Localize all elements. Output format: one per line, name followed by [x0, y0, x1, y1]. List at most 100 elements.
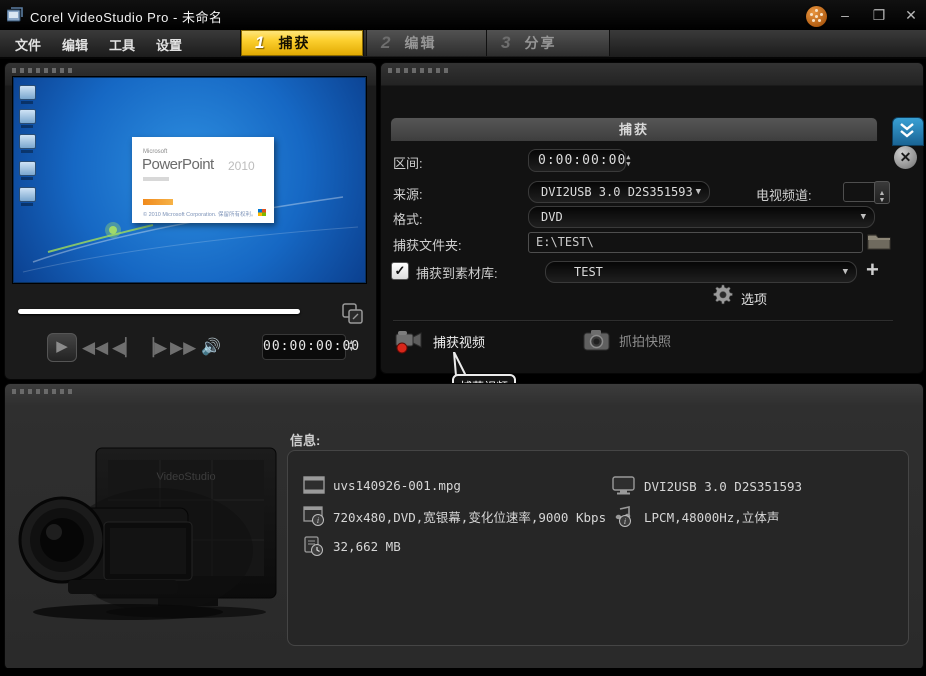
info-item-audio-format: i LPCM,48000Hz,立体声 [612, 506, 779, 527]
svg-text:i: i [317, 516, 319, 525]
divider [393, 320, 893, 322]
info-title: 信息: [290, 430, 320, 449]
menu-edit[interactable]: 编辑 [62, 35, 88, 54]
tab-share-number: 3 [501, 33, 510, 53]
browse-folder-icon[interactable] [866, 229, 892, 253]
tab-edit-label: 编辑 [404, 33, 436, 53]
splash-copyright: © 2010 Microsoft Corporation. 保留所有权利。 [143, 210, 256, 218]
snapshot-button[interactable]: 抓拍快照 [583, 328, 671, 352]
enlarge-preview-icon[interactable] [342, 303, 363, 324]
library-value: TEST [546, 265, 603, 279]
filmstrip-icon [303, 476, 325, 494]
tab-capture-label: 捕获 [278, 33, 310, 53]
chevron-double-down-icon[interactable] [892, 117, 924, 146]
fast-forward-button[interactable]: ▶▶ [170, 338, 196, 358]
volume-button[interactable]: 🔊 [201, 337, 221, 357]
window-bottom-edge [0, 668, 926, 676]
menu-settings[interactable]: 设置 [156, 35, 182, 54]
timecode-spinner[interactable]: ▲▼ [348, 334, 355, 358]
audio-format-info-icon: i [612, 506, 636, 527]
capture-video-label: 捕获视频 [433, 332, 485, 351]
desktop-icon [19, 134, 36, 149]
maximize-button[interactable]: ❐ [866, 6, 892, 24]
tab-edit-number: 2 [381, 33, 390, 53]
desktop-icon [19, 109, 36, 124]
add-library-folder-button[interactable]: + [866, 257, 879, 283]
tab-share-label: 分享 [524, 33, 556, 53]
desktop-icon [19, 85, 36, 100]
format-value: DVD [529, 210, 563, 224]
capture-to-library-checkbox[interactable]: ✓ [391, 262, 409, 280]
svg-text:VideoStudio: VideoStudio [156, 471, 215, 483]
capture-folder-label: 捕获文件夹: [393, 235, 462, 254]
capture-video-button[interactable]: 捕获视频 [394, 328, 485, 354]
splash-brand: Microsoft [143, 149, 167, 155]
format-dropdown[interactable]: DVD ▼ [528, 206, 875, 228]
duration-field[interactable]: 0:00:00:00 ▲▼ [528, 149, 626, 172]
options-button[interactable]: 选项 [741, 289, 767, 308]
chevron-down-icon: ▼ [843, 267, 856, 277]
photo-camera-icon [583, 328, 610, 352]
panel-grip-dots [388, 68, 450, 73]
panel-grip-dots [12, 389, 74, 394]
corel-guide-icon[interactable] [806, 6, 827, 27]
close-panel-icon[interactable]: ✕ [894, 146, 917, 169]
capture-folder-input[interactable]: E:\TEST\ [528, 232, 863, 253]
file-size-icon [303, 536, 325, 556]
minimize-button[interactable]: – [832, 6, 858, 24]
tab-edit[interactable]: 2 编辑 [366, 30, 488, 56]
info-item-video-format: i 720x480,DVD,宽银幕,变化位速率,9000 Kbps [303, 506, 606, 526]
powerpoint-splash: Microsoft PowerPoint 2010 © 2010 Microso… [132, 137, 274, 223]
play-button[interactable]: ▶ [47, 333, 77, 362]
splash-progress-bar [143, 199, 173, 205]
app-icon [7, 7, 24, 22]
microsoft-logo [258, 209, 266, 216]
desktop-icon [19, 161, 36, 176]
info-item-filesize: 32,662 MB [303, 536, 401, 556]
capture-folder-value: E:\TEST\ [536, 235, 594, 249]
prev-frame-button[interactable]: ◀▏ [112, 338, 138, 358]
menu-file[interactable]: 文件 [15, 35, 41, 54]
format-label: 格式: [393, 209, 423, 228]
video-preview: Microsoft PowerPoint 2010 © 2010 Microso… [12, 76, 367, 284]
splash-year: 2010 [228, 159, 255, 173]
capture-device-icon [612, 476, 636, 496]
window-title: Corel VideoStudio Pro - 未命名 [30, 7, 222, 26]
capture-header: 捕获 [390, 117, 878, 141]
splash-product: PowerPoint [142, 156, 214, 173]
tv-channel-spinner[interactable]: ▲▼ [874, 181, 890, 204]
capture-to-library-label: 捕获到素材库: [416, 263, 498, 282]
next-frame-button[interactable]: ▕▶ [141, 338, 167, 358]
gear-icon[interactable] [712, 284, 734, 306]
svg-text:i: i [624, 517, 626, 526]
info-item-device: DVI2USB 3.0 D2S351593 [612, 476, 802, 496]
tv-channel-label: 电视频道: [756, 185, 812, 204]
preview-timecode: 00:00:00:00 [262, 334, 346, 360]
source-label: 来源: [393, 184, 423, 203]
close-button[interactable]: ✕ [898, 6, 924, 24]
duration-label: 区间: [393, 153, 423, 172]
panel-grip-dots [12, 68, 74, 73]
splash-subtitle-bar [143, 177, 169, 181]
info-item-filename: uvs140926-001.mpg [303, 476, 461, 494]
application-window: Corel VideoStudio Pro - 未命名 – ❐ ✕ 文件 编辑 … [0, 0, 926, 676]
video-format-info-icon: i [303, 506, 325, 526]
menu-tools[interactable]: 工具 [109, 35, 135, 54]
tab-share[interactable]: 3 分享 [486, 30, 610, 56]
camcorder-graphic: VideoStudio [8, 400, 288, 664]
seek-bar[interactable] [18, 309, 300, 314]
duration-spinner[interactable]: ▲▼ [626, 154, 635, 168]
tab-capture-number: 1 [255, 33, 264, 53]
camcorder-icon [394, 328, 424, 354]
source-value: DVI2USB 3.0 D2S351593 [529, 185, 693, 199]
chevron-down-icon: ▼ [696, 187, 709, 197]
rewind-button[interactable]: ◀◀ [82, 338, 108, 358]
snapshot-label: 抓拍快照 [619, 331, 671, 350]
tab-capture[interactable]: 1 捕获 [240, 30, 364, 56]
library-dropdown[interactable]: TEST ▼ [545, 261, 857, 283]
chevron-down-icon: ▼ [861, 212, 874, 222]
source-dropdown[interactable]: DVI2USB 3.0 D2S351593 ▼ [528, 181, 710, 203]
title-bar: Corel VideoStudio Pro - 未命名 – ❐ ✕ [0, 0, 926, 30]
desktop-icon [19, 187, 36, 202]
duration-value: 0:00:00:00 [529, 153, 626, 168]
